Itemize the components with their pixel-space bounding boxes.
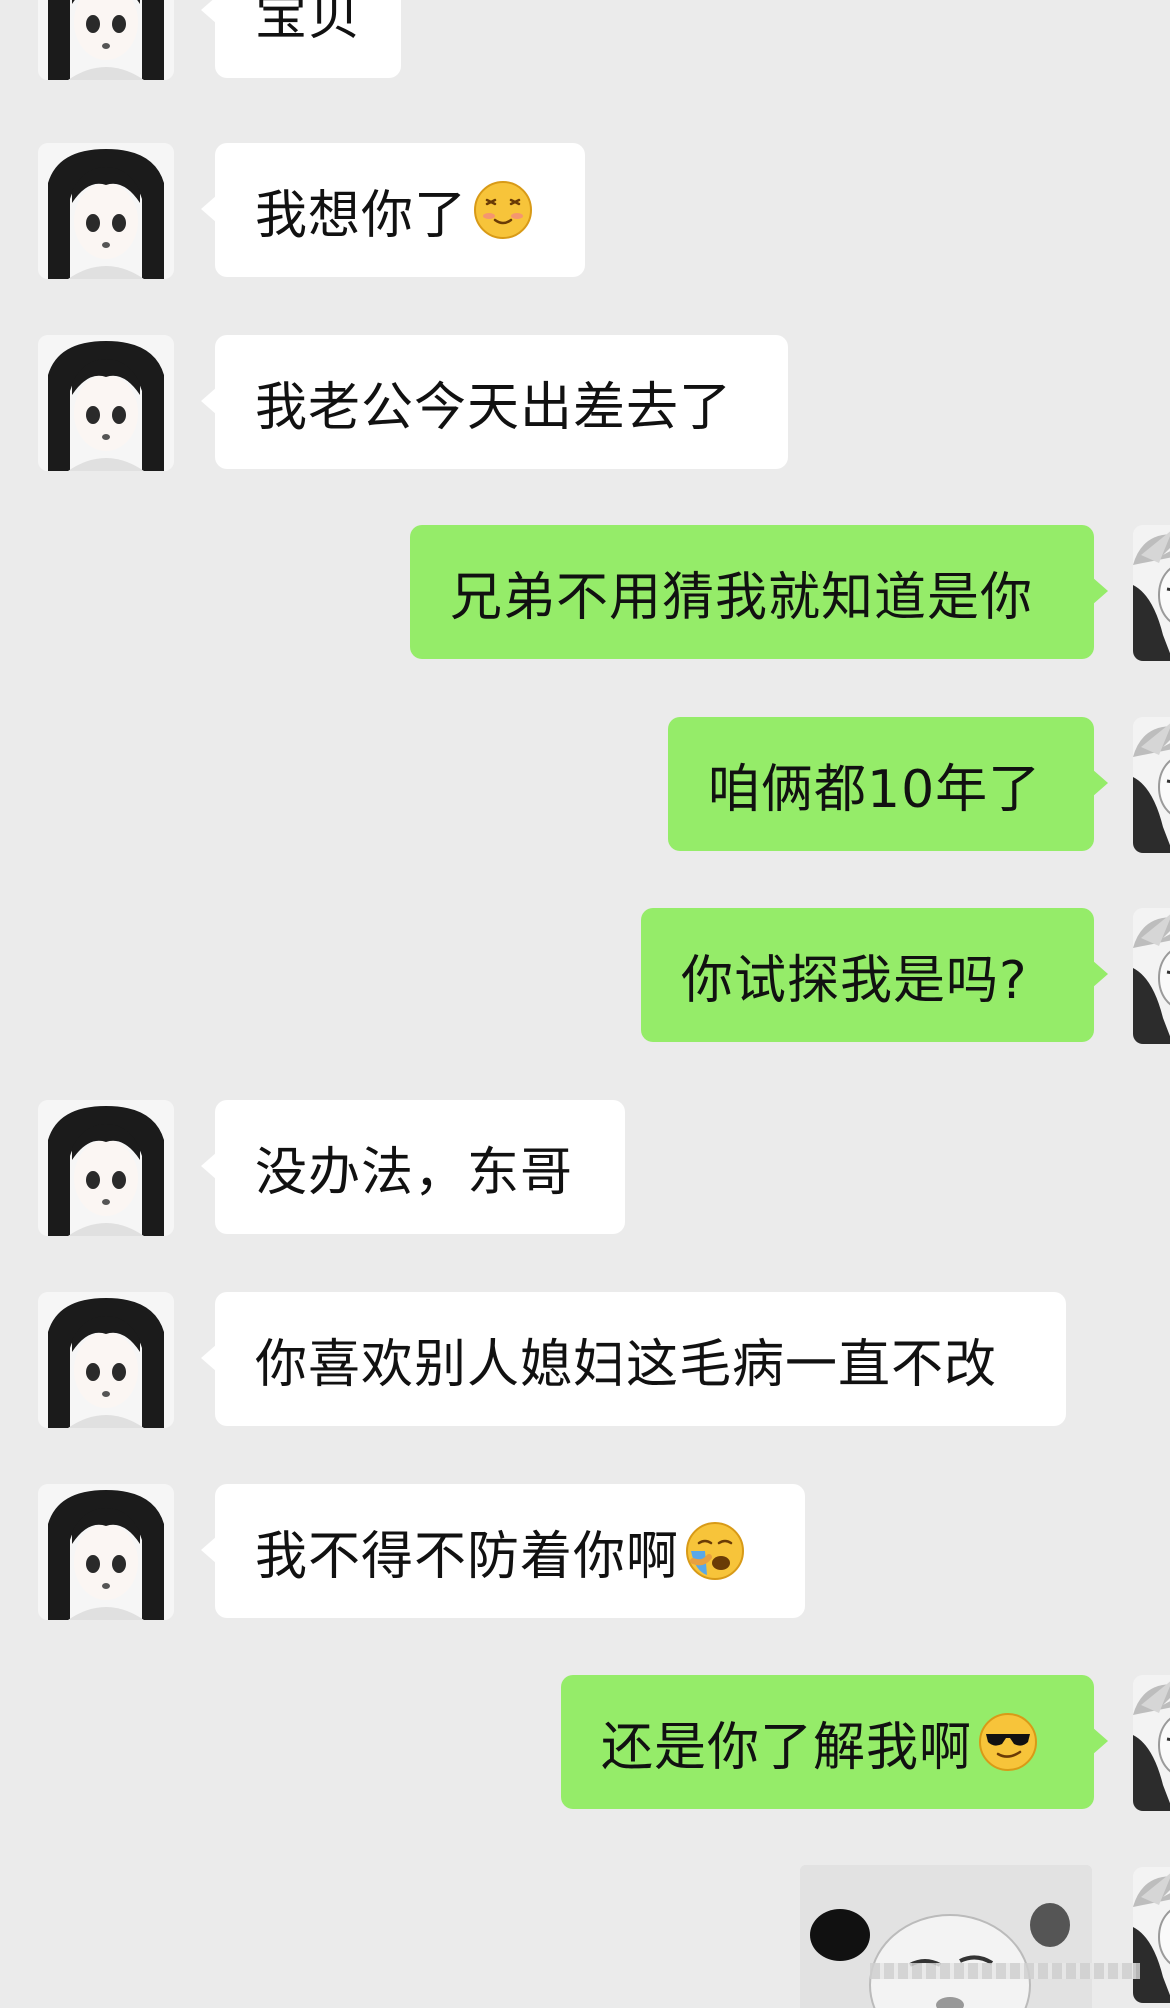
contact-avatar[interactable] [38,1100,174,1236]
message-row: 兄弟不用猜我就知道是你 [0,525,1170,665]
message-text: 还是你了解我啊 [601,1717,973,1778]
blush-emoji-icon [474,181,533,239]
message-row: 宝贝 [0,0,1170,84]
user-avatar[interactable] [1133,908,1170,1044]
user-avatar[interactable] [1133,1675,1170,1811]
message-bubble-incoming[interactable]: 没办法，东哥 [201,1100,625,1234]
contact-avatar[interactable] [38,335,174,471]
crying-emoji-icon [686,1522,745,1580]
message-text: 咱俩都10年了 [708,759,1042,820]
message-row: 咱俩都10年了 [0,717,1170,857]
message-bubble-incoming[interactable]: 宝贝 [200,0,402,78]
message-bubble-outgoing[interactable]: 还是你了解我啊 [561,1675,1108,1809]
message-bubble-outgoing[interactable]: 兄弟不用猜我就知道是你 [410,525,1108,659]
message-text: 我老公今天出差去了 [255,377,733,438]
sunglasses-emoji-icon [979,1713,1038,1771]
message-text: 我不得不防着你啊 [255,1526,680,1587]
message-bubble-outgoing[interactable]: 你试探我是吗? [641,908,1108,1042]
contact-avatar[interactable] [38,143,174,279]
message-row: 你试探我是吗? [0,908,1170,1048]
user-avatar[interactable] [1133,1867,1170,2003]
message-row: 你喜欢别人媳妇这毛病一直不改 [0,1292,1170,1432]
message-text: 你喜欢别人媳妇这毛病一直不改 [255,1334,998,1395]
user-avatar[interactable] [1133,525,1170,661]
meme-sticker-image[interactable] [800,1865,1092,2008]
message-text: 兄弟不用猜我就知道是你 [450,567,1034,628]
contact-avatar[interactable] [38,1292,174,1428]
message-bubble-incoming[interactable]: 你喜欢别人媳妇这毛病一直不改 [201,1292,1066,1426]
message-text: 我想你了 [255,185,468,246]
message-bubble-outgoing[interactable]: 咱俩都10年了 [668,717,1108,851]
message-row: 我不得不防着你啊 [0,1484,1170,1624]
message-row: 还是你了解我啊 [0,1675,1170,1815]
watermark [870,1963,1140,1979]
message-row: 我想你了 [0,143,1170,283]
contact-avatar[interactable] [38,1484,174,1620]
message-bubble-incoming[interactable]: 我想你了 [201,143,585,277]
message-row: 我老公今天出差去了 [0,335,1170,475]
message-text: 你试探我是吗? [681,950,1028,1011]
message-row: 没办法，东哥 [0,1100,1170,1240]
message-text: 宝贝 [255,0,362,47]
chat-thread[interactable]: 宝贝 我想你了 我老公今天出差去了 兄弟不用猜我就知道是你 咱俩都10年了 你试… [0,0,1170,2008]
message-bubble-incoming[interactable]: 我不得不防着你啊 [201,1484,805,1618]
user-avatar[interactable] [1133,717,1170,853]
contact-avatar[interactable] [38,0,174,80]
message-bubble-incoming[interactable]: 我老公今天出差去了 [201,335,788,469]
message-text: 没办法，东哥 [255,1142,574,1203]
